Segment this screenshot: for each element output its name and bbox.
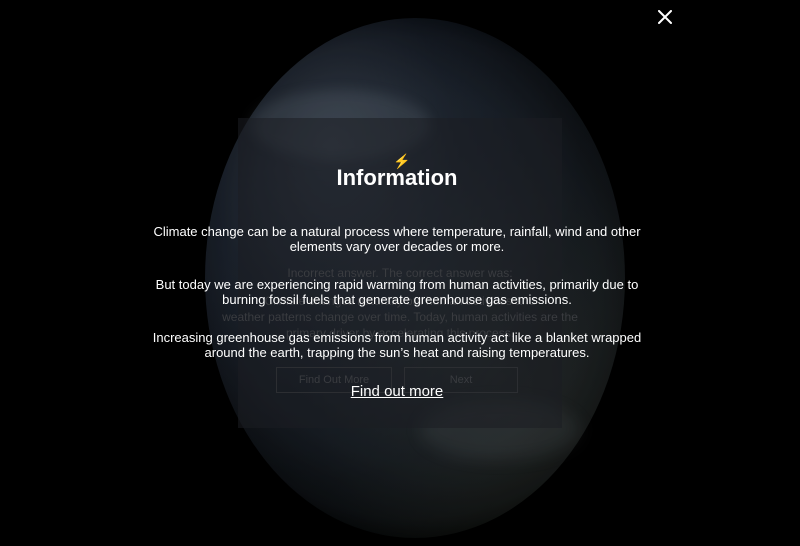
information-dialog: Information Climate change can be a natu… bbox=[150, 160, 644, 401]
close-button[interactable] bbox=[654, 6, 676, 28]
close-icon bbox=[658, 10, 672, 24]
dialog-title: Information bbox=[336, 165, 458, 190]
info-paragraph: Climate change can be a natural process … bbox=[153, 224, 641, 254]
info-paragraph: Increasing greenhouse gas emissions from… bbox=[152, 330, 642, 360]
find-out-more-link[interactable]: Find out more bbox=[351, 383, 444, 400]
modal-backdrop: ⚡ Incorrect answer. The correct answer w… bbox=[0, 0, 800, 546]
info-paragraph: But today we are experiencing rapid warm… bbox=[155, 277, 639, 307]
